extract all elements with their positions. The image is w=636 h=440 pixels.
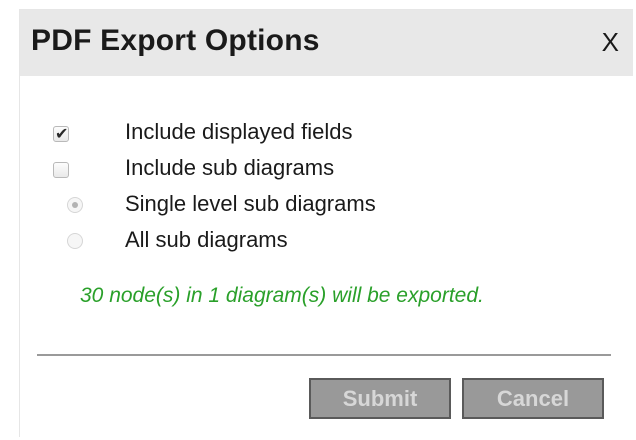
dialog-titlebar: PDF Export Options X [20, 10, 633, 76]
all-sub-diagrams-label: All sub diagrams [125, 227, 288, 252]
include-displayed-fields-label: Include displayed fields [125, 119, 353, 144]
submit-button[interactable]: Submit [309, 378, 451, 419]
include-sub-diagrams-checkbox[interactable] [53, 162, 69, 178]
close-button[interactable]: X [602, 28, 619, 56]
divider [37, 354, 611, 356]
pdf-export-dialog: PDF Export Options X ✔ Include displayed… [19, 9, 633, 437]
checkmark-icon: ✔ [55, 124, 69, 143]
radio-selected-dot [72, 202, 78, 208]
dialog-title: PDF Export Options [31, 24, 320, 57]
include-displayed-fields-checkbox[interactable]: ✔ [53, 124, 69, 143]
single-level-sub-diagrams-label: Single level sub diagrams [125, 191, 376, 216]
all-sub-diagrams-radio[interactable] [67, 233, 83, 249]
include-sub-diagrams-label: Include sub diagrams [125, 155, 335, 180]
export-status-text: 30 node(s) in 1 diagram(s) will be expor… [80, 284, 484, 307]
single-level-sub-diagrams-radio[interactable] [67, 197, 83, 213]
cancel-button[interactable]: Cancel [462, 378, 604, 419]
